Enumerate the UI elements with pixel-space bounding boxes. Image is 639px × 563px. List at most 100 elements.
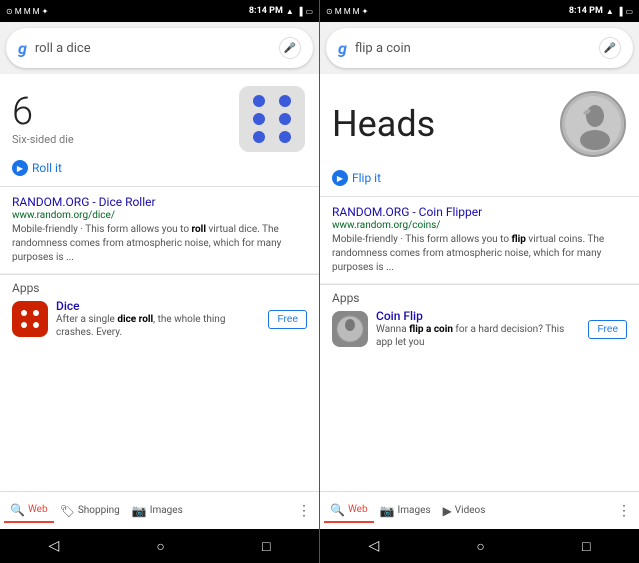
- google-g-icon-r: g: [338, 39, 347, 58]
- dice-app-name[interactable]: Dice: [56, 299, 260, 313]
- roll-it-label: Roll it: [32, 161, 62, 175]
- nav-tab-web-label-right: Web: [348, 504, 368, 515]
- result-url-base: www.random.org/: [12, 210, 92, 221]
- dice-app-item: Dice After a single dice roll, the whole…: [12, 299, 307, 339]
- coin-app-desc: Wanna flip a coin for a hard decision? T…: [376, 323, 580, 349]
- apps-label-right: Apps: [332, 291, 627, 305]
- nav-tab-videos-label: Videos: [455, 505, 486, 516]
- result-url-path: dice/: [92, 210, 115, 221]
- status-time: 8:14 PM: [249, 6, 283, 16]
- main-content-left: 6 Six-sided die ▶ Roll it: [0, 74, 319, 491]
- apps-section-right: Apps Coin Flip Wanna flip a coin for a h…: [320, 284, 639, 353]
- coin-free-button[interactable]: Free: [588, 320, 627, 339]
- web-icon-right: 🔍: [330, 503, 345, 517]
- flip-btn-circle-icon: ▶: [332, 170, 348, 186]
- videos-icon-right: ▶: [443, 504, 452, 518]
- mic-button-left[interactable]: 🎤: [279, 37, 301, 59]
- back-button-right[interactable]: ◁: [369, 538, 380, 554]
- coin-phone-panel: ⊙ M M M ✦ 8:14 PM ▲ ▐ ▭ g flip a coin 🎤 …: [320, 0, 639, 563]
- extra-icon-r: ✦: [362, 7, 369, 16]
- gmail-icon-r3: M: [353, 7, 360, 16]
- notification-icon: ⊙: [6, 7, 13, 16]
- result-url-path-r: coins/: [412, 220, 440, 231]
- apps-label-left: Apps: [12, 281, 307, 295]
- status-bar-right: ⊙ M M M ✦ 8:14 PM ▲ ▐ ▭: [320, 0, 639, 22]
- back-button-left[interactable]: ◁: [49, 538, 60, 554]
- result-snippet-right: Mobile-friendly · This form allows you t…: [332, 233, 627, 275]
- extra-icon: ✦: [42, 7, 49, 16]
- nav-more-right[interactable]: ⋮: [613, 499, 635, 523]
- dice-face-svg: [237, 84, 307, 154]
- gmail-icon-2: M: [24, 7, 31, 16]
- dice-number-section: 6 Six-sided die: [12, 93, 74, 146]
- wifi-icon: ▲: [286, 7, 294, 16]
- coin-app-item: Coin Flip Wanna flip a coin for a hard d…: [332, 309, 627, 349]
- gmail-icon-r1: M: [335, 7, 342, 16]
- result-snippet-left: Mobile-friendly · This form allows you t…: [12, 223, 307, 265]
- coin-app-icon: [332, 311, 368, 347]
- nav-tab-images-label-left: Images: [150, 505, 183, 516]
- search-query-right: flip a coin: [355, 41, 599, 56]
- coin-svg: [559, 90, 627, 158]
- apps-section-left: Apps Dice After a single dice roll, the …: [0, 274, 319, 343]
- battery-icon: ▭: [305, 7, 313, 16]
- home-button-right[interactable]: ○: [476, 538, 484, 555]
- search-query-left: roll a dice: [35, 41, 279, 56]
- images-icon-left: 📷: [132, 504, 147, 518]
- result-url-base-r: www.random.org/: [332, 220, 412, 231]
- google-g-icon: g: [18, 39, 27, 58]
- search-bar-left[interactable]: g roll a dice 🎤: [6, 28, 313, 68]
- nav-tab-web-label-left: Web: [28, 504, 48, 515]
- heads-result-display: Heads: [332, 84, 627, 164]
- signal-icon-r: ▐: [617, 7, 623, 16]
- dice-app-desc: After a single dice roll, the whole thin…: [56, 313, 260, 339]
- search-bar-right[interactable]: g flip a coin 🎤: [326, 28, 633, 68]
- battery-icon-r: ▭: [625, 7, 633, 16]
- nav-tab-images-right[interactable]: 📷 Images: [374, 500, 437, 522]
- dice-app-icon: [12, 301, 48, 337]
- recents-button-left[interactable]: □: [262, 538, 270, 555]
- sys-nav-right: ◁ ○ □: [320, 529, 639, 563]
- coin-search-result: RANDOM.ORG - Coin Flipper www.random.org…: [320, 197, 639, 284]
- notification-icon-r: ⊙: [326, 7, 333, 16]
- images-icon-right: 📷: [380, 504, 395, 518]
- dice-app-info: Dice After a single dice roll, the whole…: [56, 299, 260, 339]
- status-icons-right-left: ⊙ M M M ✦: [326, 7, 368, 16]
- dice-number: 6: [12, 93, 74, 131]
- recents-button-right[interactable]: □: [582, 538, 590, 555]
- roll-it-button[interactable]: ▶ Roll it: [12, 160, 307, 176]
- result-title-left[interactable]: RANDOM.ORG - Dice Roller: [12, 195, 307, 209]
- nav-tab-web-right[interactable]: 🔍 Web: [324, 499, 374, 523]
- gmail-icon-3: M: [33, 7, 40, 16]
- bottom-nav-left: 🔍 Web 🏷 Shopping 📷 Images ⋮: [0, 491, 319, 529]
- dice-free-button[interactable]: Free: [268, 310, 307, 329]
- home-button-left[interactable]: ○: [156, 538, 164, 555]
- wifi-icon-r: ▲: [606, 7, 614, 16]
- mic-button-right[interactable]: 🎤: [599, 37, 621, 59]
- nav-tab-images-label-right: Images: [398, 505, 431, 516]
- nav-tab-images-left[interactable]: 📷 Images: [126, 500, 189, 522]
- dice-phone-panel: ⊙ M M M ✦ 8:14 PM ▲ ▐ ▭ g roll a dice 🎤 …: [0, 0, 319, 563]
- dice-result-display: 6 Six-sided die: [12, 84, 307, 154]
- nav-tab-web-left[interactable]: 🔍 Web: [4, 499, 54, 523]
- signal-icon: ▐: [297, 7, 303, 16]
- nav-tab-videos-right[interactable]: ▶ Videos: [437, 500, 492, 522]
- sys-nav-left: ◁ ○ □: [0, 529, 319, 563]
- nav-tab-shopping-label: Shopping: [78, 505, 120, 516]
- heads-text: Heads: [332, 103, 435, 145]
- result-title-right[interactable]: RANDOM.ORG - Coin Flipper: [332, 205, 627, 219]
- gmail-icon-r2: M: [344, 7, 351, 16]
- main-content-right: Heads ▶ Flip it RANDOM.ORG - Coin Fli: [320, 74, 639, 491]
- nav-tab-shopping-left[interactable]: 🏷 Shopping: [54, 500, 126, 522]
- flip-it-button[interactable]: ▶ Flip it: [332, 170, 627, 186]
- dice-result-card: 6 Six-sided die ▶ Roll it: [0, 74, 319, 187]
- bottom-nav-right: 🔍 Web 📷 Images ▶ Videos ⋮: [320, 491, 639, 529]
- status-bar-left: ⊙ M M M ✦ 8:14 PM ▲ ▐ ▭: [0, 0, 319, 22]
- result-url-left: www.random.org/dice/: [12, 210, 307, 221]
- web-icon-left: 🔍: [10, 503, 25, 517]
- nav-more-left[interactable]: ⋮: [293, 499, 315, 523]
- shopping-icon-left: 🏷: [60, 504, 75, 518]
- dice-label: Six-sided die: [12, 133, 74, 146]
- status-time-right: 8:14 PM: [569, 6, 603, 16]
- coin-app-name[interactable]: Coin Flip: [376, 309, 580, 323]
